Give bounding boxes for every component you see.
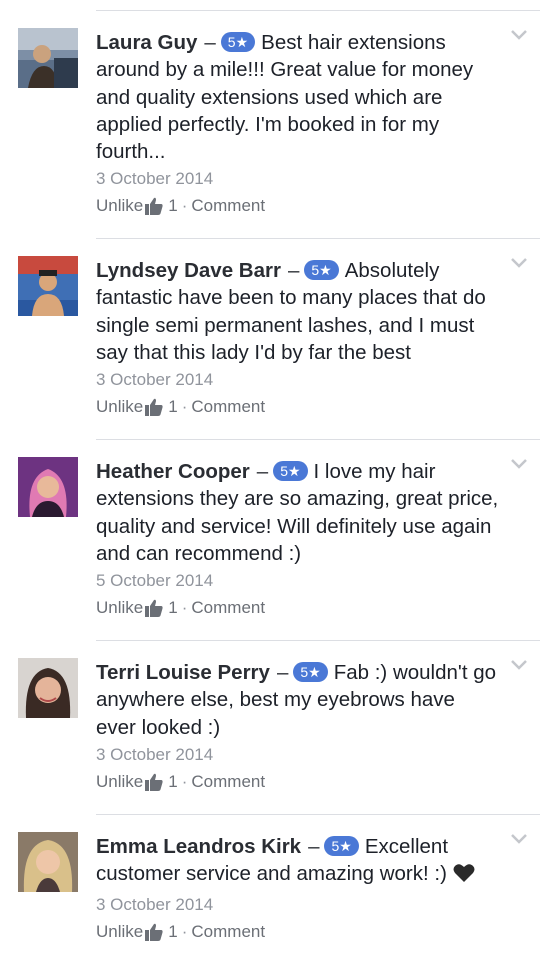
- unlike-button[interactable]: Unlike: [96, 768, 143, 796]
- thumbs-up-icon: [145, 923, 163, 941]
- rating-badge: 5★: [293, 662, 328, 682]
- comment-button[interactable]: Comment: [191, 918, 265, 946]
- review-actions: Unlike 1 · Comment: [96, 918, 500, 946]
- review-date[interactable]: 3 October 2014: [96, 742, 500, 768]
- like-count[interactable]: 1: [168, 768, 177, 796]
- avatar[interactable]: [18, 658, 78, 718]
- review-body: Laura Guy –5★ Best hair extensions around …: [96, 29, 500, 220]
- review-date[interactable]: 5 October 2014: [96, 568, 500, 594]
- unlike-button[interactable]: Unlike: [96, 918, 143, 946]
- reviewer-name[interactable]: Emma Leandros Kirk: [96, 835, 301, 858]
- review-item: Laura Guy –5★ Best hair extensions around …: [0, 11, 540, 239]
- review-actions: Unlike 1 · Comment: [96, 192, 500, 220]
- chevron-down-icon[interactable]: [510, 29, 528, 41]
- reviewer-name[interactable]: Heather Cooper: [96, 460, 250, 483]
- review-item: Heather Cooper –5★ I love my hair extensio…: [0, 440, 540, 641]
- comment-button[interactable]: Comment: [191, 768, 265, 796]
- rating-badge: 5★: [273, 461, 308, 481]
- review-item: Lyndsey Dave Barr –5★ Absolutely fantastic…: [0, 239, 540, 440]
- unlike-button[interactable]: Unlike: [96, 594, 143, 622]
- review-text-block: Terri Louise Perry –5★ Fab :) wouldn't go …: [96, 659, 500, 741]
- review-actions: Unlike 1 · Comment: [96, 393, 500, 421]
- avatar[interactable]: [18, 457, 78, 517]
- comment-button[interactable]: Comment: [191, 192, 265, 220]
- review-body: Lyndsey Dave Barr –5★ Absolutely fantastic…: [96, 257, 500, 421]
- review-date[interactable]: 3 October 2014: [96, 892, 500, 918]
- rating-badge: 5★: [304, 260, 339, 280]
- thumbs-up-icon: [145, 773, 163, 791]
- reviewer-name[interactable]: Lyndsey Dave Barr: [96, 259, 281, 282]
- separator-dot: ·: [181, 771, 188, 791]
- reviews-feed: Laura Guy –5★ Best hair extensions around …: [0, 0, 540, 960]
- name-dash: –: [308, 835, 320, 858]
- name-dash: –: [287, 259, 300, 282]
- review-item: Terri Louise Perry –5★ Fab :) wouldn't go …: [0, 641, 540, 815]
- reviewer-name[interactable]: Laura Guy: [96, 31, 197, 54]
- chevron-down-icon[interactable]: [510, 458, 528, 470]
- separator-dot: ·: [181, 598, 188, 618]
- avatar[interactable]: [18, 832, 78, 892]
- unlike-button[interactable]: Unlike: [96, 393, 143, 421]
- like-count[interactable]: 1: [168, 918, 177, 946]
- separator-dot: ·: [181, 196, 188, 216]
- reviewer-name[interactable]: Terri Louise Perry: [96, 661, 270, 684]
- review-text-block: Laura Guy –5★ Best hair extensions around …: [96, 29, 500, 165]
- like-count[interactable]: 1: [168, 594, 177, 622]
- unlike-button[interactable]: Unlike: [96, 192, 143, 220]
- review-item: Emma Leandros Kirk –5★ Excellent customer …: [0, 815, 540, 960]
- review-text-block: Heather Cooper –5★ I love my hair extensio…: [96, 458, 500, 567]
- thumbs-up-icon: [145, 197, 163, 216]
- name-dash: –: [204, 31, 216, 54]
- review-body: Heather Cooper –5★ I love my hair extensio…: [96, 458, 500, 622]
- thumbs-up-icon: [145, 398, 163, 417]
- chevron-down-icon[interactable]: [510, 257, 528, 269]
- rating-badge: 5★: [220, 32, 256, 52]
- name-dash: –: [276, 661, 289, 684]
- review-text-block: Emma Leandros Kirk –5★ Excellent customer …: [96, 833, 500, 891]
- chevron-down-icon[interactable]: [510, 659, 528, 671]
- review-body: Terri Louise Perry –5★ Fab :) wouldn't go …: [96, 659, 500, 796]
- review-date[interactable]: 3 October 2014: [96, 367, 500, 393]
- review-date[interactable]: 3 October 2014: [96, 166, 500, 192]
- separator-dot: ·: [181, 921, 188, 941]
- review-actions: Unlike 1 · Comment: [96, 768, 500, 796]
- avatar[interactable]: [18, 256, 78, 316]
- like-count[interactable]: 1: [168, 192, 177, 220]
- rating-badge: 5★: [324, 836, 359, 856]
- review-text-block: Lyndsey Dave Barr –5★ Absolutely fantastic…: [96, 257, 500, 366]
- review-actions: Unlike 1 · Comment: [96, 594, 500, 622]
- review-body: Emma Leandros Kirk –5★ Excellent customer …: [96, 833, 500, 946]
- comment-button[interactable]: Comment: [191, 594, 265, 622]
- chevron-down-icon[interactable]: [510, 833, 528, 845]
- separator-dot: ·: [181, 397, 188, 417]
- thumbs-up-icon: [145, 599, 163, 618]
- like-count[interactable]: 1: [168, 393, 177, 421]
- avatar[interactable]: [18, 28, 78, 88]
- black-heart-icon: [453, 863, 475, 890]
- name-dash: –: [256, 460, 269, 483]
- comment-button[interactable]: Comment: [191, 393, 265, 421]
